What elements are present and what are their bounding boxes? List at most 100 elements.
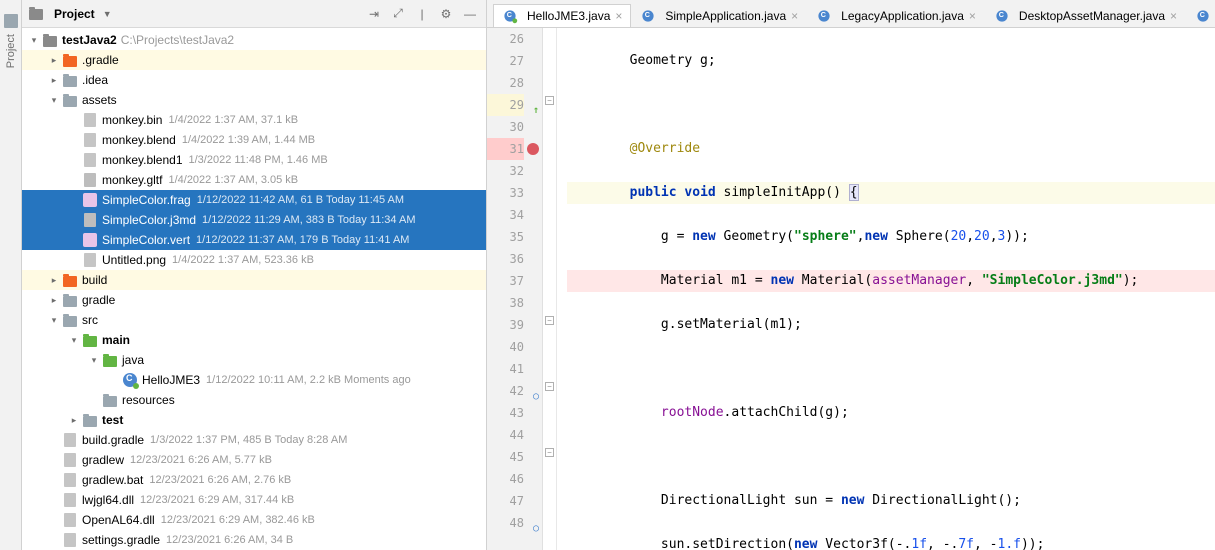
class-icon [1195,8,1211,24]
chevron-right-icon[interactable]: ▸ [48,74,60,86]
tree-file-class[interactable]: HelloJME31/12/2022 10:11 AM, 2.2 kB Mome… [22,370,486,390]
tree-file[interactable]: monkey.bin1/4/2022 1:37 AM, 37.1 kB [22,110,486,130]
expand-all-icon[interactable]: ⤢ [388,4,408,24]
file-icon [62,432,78,448]
chevron-right-icon[interactable]: ▸ [48,54,60,66]
tree-folder-main[interactable]: ▾main [22,330,486,350]
line-number: 45 [487,446,524,468]
hide-icon[interactable]: — [460,4,480,24]
tree-folder-gradledir[interactable]: ▸gradle [22,290,486,310]
line-number: 47 [487,490,524,512]
close-icon[interactable]: × [969,9,976,23]
project-toolwindow-tab[interactable]: Project [0,0,22,550]
close-icon[interactable]: × [791,9,798,23]
file-meta: 12/23/2021 6:26 AM, 2.76 kB [149,474,291,486]
src-folder-icon [82,332,98,348]
tree-file[interactable]: monkey.blend1 1/3/2022 11:48 PM, 1.46 MB [22,150,486,170]
tree-file[interactable]: build.gradle 1/3/2022 1:37 PM, 485 B Toda… [22,430,486,450]
gutter[interactable]: 26 27 28 29 30 31 32 33 34 35 36 37 38 3… [487,28,543,550]
tree-folder-assets[interactable]: ▾ assets [22,90,486,110]
project-panel-header: Project ▼ ⇥ ⤢ | ⚙ — [22,0,486,28]
chevron-down-icon[interactable]: ▾ [48,314,60,326]
close-icon[interactable]: × [1170,9,1177,23]
select-opened-file-icon[interactable]: ⇥ [364,4,384,24]
fold-toggle-icon[interactable]: − [545,96,554,105]
file-label: HelloJME3 [142,373,200,387]
editor-tab[interactable]: DesktopAssetManager.java× [985,3,1186,27]
chevron-right-icon[interactable]: ▸ [48,274,60,286]
tree-file[interactable]: gradlew12/23/2021 6:26 AM, 5.77 kB [22,450,486,470]
line-number: 26 [487,28,524,50]
project-panel-title: Project [54,7,95,21]
tree-file-selected[interactable]: SimpleColor.vert1/12/2022 11:37 AM, 179 … [22,230,486,250]
tree-file[interactable]: settings.gradle12/23/2021 6:26 AM, 34 B [22,530,486,550]
folder-label: java [122,353,144,367]
fold-toggle-icon[interactable]: − [545,448,554,457]
code-area: 26 27 28 29 30 31 32 33 34 35 36 37 38 3… [487,28,1215,550]
file-label: lwjgl64.dll [82,493,134,507]
tree-folder-gradle[interactable]: ▸ .gradle [22,50,486,70]
tree-file-selected[interactable]: SimpleColor.frag1/12/2022 11:42 AM, 61 B… [22,190,486,210]
tree-file[interactable]: monkey.gltf1/4/2022 1:37 AM, 3.05 kB [22,170,486,190]
fold-toggle-icon[interactable]: − [545,382,554,391]
tree-folder-java[interactable]: ▾ java [22,350,486,370]
tree-folder-idea[interactable]: ▸ .idea [22,70,486,90]
project-view-dropdown[interactable]: ▼ [103,9,112,19]
override-icon[interactable] [527,384,539,396]
override-icon[interactable] [527,516,539,528]
file-label: monkey.blend1 [102,153,183,167]
fold-toggle-icon[interactable]: − [545,316,554,325]
tree-folder-test[interactable]: ▸test [22,410,486,430]
tree-file-selected[interactable]: SimpleColor.j3md1/12/2022 11:29 AM, 383 … [22,210,486,230]
chevron-down-icon[interactable]: ▾ [88,354,100,366]
line-number: 30 [487,116,524,138]
file-meta: 1/4/2022 1:39 AM, 1.44 MB [182,134,315,146]
file-meta: 1/3/2022 1:37 PM, 485 B Today 8:28 AM [150,434,347,446]
folder-icon [102,392,118,408]
tree-file[interactable]: Untitled.png1/4/2022 1:37 AM, 523.36 kB [22,250,486,270]
folder-icon [62,272,78,288]
tree-folder-build[interactable]: ▸build [22,270,486,290]
folder-label: assets [82,93,117,107]
editor-tab[interactable]: ImplHan [1186,3,1215,27]
chevron-down-icon[interactable]: ▾ [68,334,80,346]
tree-folder-resources[interactable]: resources [22,390,486,410]
code-editor[interactable]: Geometry g; @Override public void simple… [557,28,1215,550]
project-tree[interactable]: ▾ testJava2 C:\Projects\testJava2 ▸ .gra… [22,28,486,550]
file-label: build.gradle [82,433,144,447]
project-path: C:\Projects\testJava2 [121,33,234,47]
tree-root[interactable]: ▾ testJava2 C:\Projects\testJava2 [22,30,486,50]
file-meta: 1/12/2022 11:42 AM, 61 B Today 11:45 AM [197,194,404,206]
editor-tab-active[interactable]: HelloJME3.java× [493,4,631,28]
file-meta: 1/4/2022 1:37 AM, 3.05 kB [168,174,298,186]
line-number: 28 [487,72,524,94]
file-label: SimpleColor.j3md [102,213,196,227]
file-meta: 1/3/2022 11:48 PM, 1.46 MB [189,154,328,166]
line-number: 33 [487,182,524,204]
tree-file[interactable]: monkey.blend1/4/2022 1:39 AM, 1.44 MB [22,130,486,150]
editor-tab[interactable]: LegacyApplication.java× [807,3,985,27]
tree-file[interactable]: lwjgl64.dll12/23/2021 6:29 AM, 317.44 kB [22,490,486,510]
project-header-icon [28,6,44,22]
chevron-down-icon[interactable]: ▾ [28,34,40,46]
tree-file[interactable]: gradlew.bat12/23/2021 6:26 AM, 2.76 kB [22,470,486,490]
tree-folder-src[interactable]: ▾src [22,310,486,330]
line-number-breakpoint[interactable]: 31 [487,138,524,160]
tree-file[interactable]: OpenAL64.dll12/23/2021 6:29 AM, 382.46 k… [22,510,486,530]
chevron-right-icon[interactable]: ▸ [48,294,60,306]
module-icon [42,32,58,48]
code-line [567,358,1215,380]
override-up-icon[interactable] [527,98,539,110]
fold-column[interactable]: − − − − [543,28,557,550]
folder-label: .idea [82,73,108,87]
line-number: 46 [487,468,524,490]
editor-tab[interactable]: SimpleApplication.java× [631,3,807,27]
breakpoint-icon[interactable] [527,143,539,155]
class-icon [122,372,138,388]
chevron-down-icon[interactable]: ▾ [48,94,60,106]
code-line: @Override [567,138,1215,160]
gear-icon[interactable]: ⚙ [436,4,456,24]
chevron-right-icon[interactable]: ▸ [68,414,80,426]
file-label: Untitled.png [102,253,166,267]
close-icon[interactable]: × [615,9,622,23]
